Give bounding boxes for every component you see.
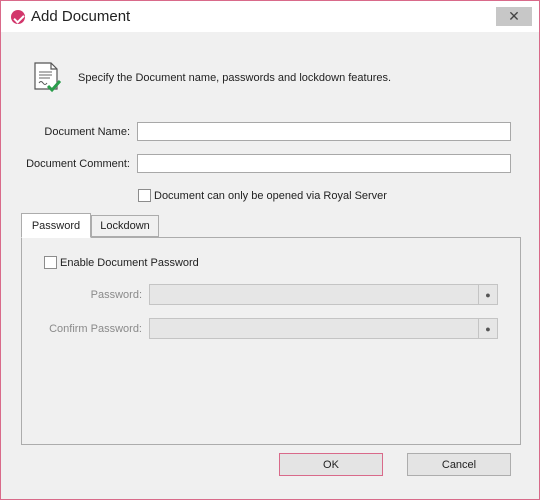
confirm-password-input[interactable] bbox=[149, 318, 479, 339]
royal-app-icon bbox=[11, 10, 25, 24]
royal-server-checkbox-label[interactable]: Document can only be opened via Royal Se… bbox=[154, 190, 387, 202]
password-label: Password: bbox=[90, 289, 142, 301]
tab-lockdown-label: Lockdown bbox=[100, 220, 150, 232]
reveal-password-button[interactable]: ● bbox=[478, 284, 498, 305]
dialog-content: Specify the Document name, passwords and… bbox=[9, 33, 532, 493]
cancel-button-label: Cancel bbox=[441, 458, 477, 471]
window-title: Add Document bbox=[31, 8, 131, 25]
ok-button-label: OK bbox=[323, 458, 339, 471]
tab-password-label: Password bbox=[31, 219, 81, 232]
reveal-icon: ● bbox=[485, 289, 491, 300]
title-bar[interactable]: Add Document ✕ bbox=[1, 1, 539, 32]
document-check-icon bbox=[34, 62, 61, 93]
document-comment-input[interactable] bbox=[137, 154, 511, 173]
document-name-input[interactable] bbox=[137, 122, 511, 141]
close-button[interactable]: ✕ bbox=[496, 7, 532, 26]
add-document-dialog: Add Document ✕ Specify the Document name… bbox=[0, 0, 540, 500]
cancel-button[interactable]: Cancel bbox=[407, 453, 511, 476]
password-tab-panel: Enable Document Password Password: ● Con… bbox=[21, 237, 521, 445]
document-comment-label: Document Comment: bbox=[26, 158, 130, 170]
reveal-icon: ● bbox=[485, 323, 491, 334]
reveal-confirm-password-button[interactable]: ● bbox=[478, 318, 498, 339]
password-input[interactable] bbox=[149, 284, 479, 305]
ok-button[interactable]: OK bbox=[279, 453, 383, 476]
confirm-password-label: Confirm Password: bbox=[49, 323, 142, 335]
tab-lockdown[interactable]: Lockdown bbox=[91, 215, 159, 237]
enable-password-checkbox[interactable] bbox=[44, 256, 57, 269]
header-description: Specify the Document name, passwords and… bbox=[78, 72, 392, 84]
royal-server-checkbox[interactable] bbox=[138, 189, 151, 202]
enable-password-label[interactable]: Enable Document Password bbox=[60, 257, 199, 269]
tab-password[interactable]: Password bbox=[21, 213, 91, 238]
close-icon: ✕ bbox=[508, 8, 520, 24]
document-name-label: Document Name: bbox=[44, 126, 130, 138]
